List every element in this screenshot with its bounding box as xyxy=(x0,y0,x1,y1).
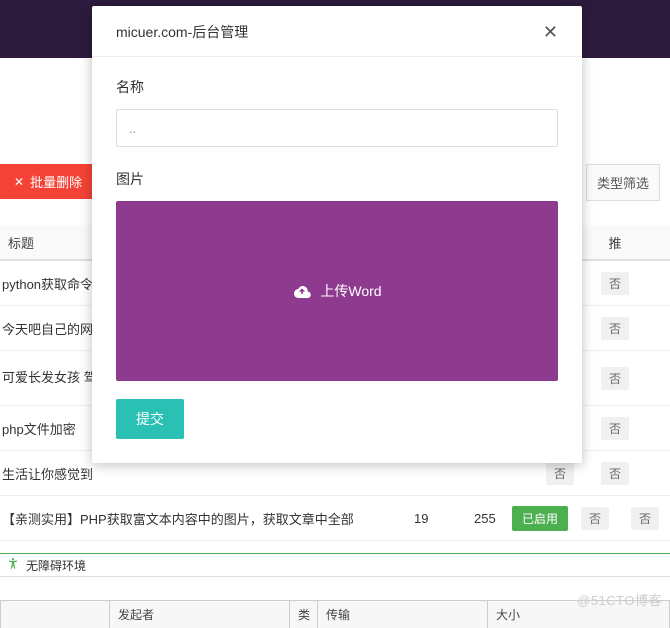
tag-no: 否 xyxy=(631,507,659,530)
accessibility-bar[interactable]: 无障碍环境 xyxy=(0,553,670,577)
name-input[interactable] xyxy=(116,109,558,147)
bulk-delete-label: 批量删除 xyxy=(30,172,82,191)
upload-label: 上传Word xyxy=(320,281,381,301)
cell-status: 已启用 xyxy=(510,506,570,531)
image-label: 图片 xyxy=(116,169,558,189)
cloud-upload-icon xyxy=(292,282,312,301)
cell-c2: 255 xyxy=(460,511,510,526)
submit-label: 提交 xyxy=(136,411,164,427)
modal-title: micuer.com-后台管理 xyxy=(116,22,248,42)
type-filter-label: 类型筛选 xyxy=(597,176,649,191)
modal-header: micuer.com-后台管理 ✕ xyxy=(92,6,582,57)
accessibility-icon xyxy=(6,557,20,574)
bottom-table-header: 发起者 类 传输 大小 xyxy=(0,600,670,628)
cell-top: 否 xyxy=(570,507,620,530)
tag-no: 否 xyxy=(601,417,629,440)
accessibility-label: 无障碍环境 xyxy=(26,557,86,574)
modal-close-button[interactable]: ✕ xyxy=(543,23,558,41)
close-icon: ✕ xyxy=(543,22,558,42)
tag-no: 否 xyxy=(546,462,574,485)
bt-sender: 发起者 xyxy=(110,601,290,628)
modal-dialog: micuer.com-后台管理 ✕ 名称 图片 上传Word 提交 xyxy=(92,6,582,463)
cell-title: 生活让你感觉到 xyxy=(0,464,320,483)
bt-trans: 传输 xyxy=(318,601,488,628)
bulk-delete-button[interactable]: ✕ 批量删除 xyxy=(0,164,96,199)
bt-type: 类 xyxy=(290,601,318,628)
table-row[interactable]: 【亲测实用】PHP获取富文本内容中的图片，获取文章中全部 19 255 已启用 … xyxy=(0,496,670,541)
tag-no: 否 xyxy=(601,367,629,390)
name-label: 名称 xyxy=(116,77,558,97)
type-filter-button[interactable]: 类型筛选 xyxy=(586,164,660,201)
tag-no: 否 xyxy=(601,462,629,485)
cell-title: 【亲测实用】PHP获取富文本内容中的图片，获取文章中全部 xyxy=(0,509,400,528)
modal-body: 名称 图片 上传Word 提交 xyxy=(92,57,582,463)
close-icon: ✕ xyxy=(14,175,24,189)
watermark: @51CTO博客 xyxy=(577,590,662,609)
tag-no: 否 xyxy=(581,507,609,530)
upload-word-area[interactable]: 上传Word xyxy=(116,201,558,381)
status-badge: 已启用 xyxy=(512,506,568,531)
bt-index xyxy=(0,601,110,628)
cell-c1: 19 xyxy=(400,511,460,526)
submit-button[interactable]: 提交 xyxy=(116,399,184,439)
cell-rec: 否 xyxy=(590,272,640,295)
tag-no: 否 xyxy=(601,317,629,340)
tag-no: 否 xyxy=(601,272,629,295)
th-rec: 推 xyxy=(590,233,640,252)
